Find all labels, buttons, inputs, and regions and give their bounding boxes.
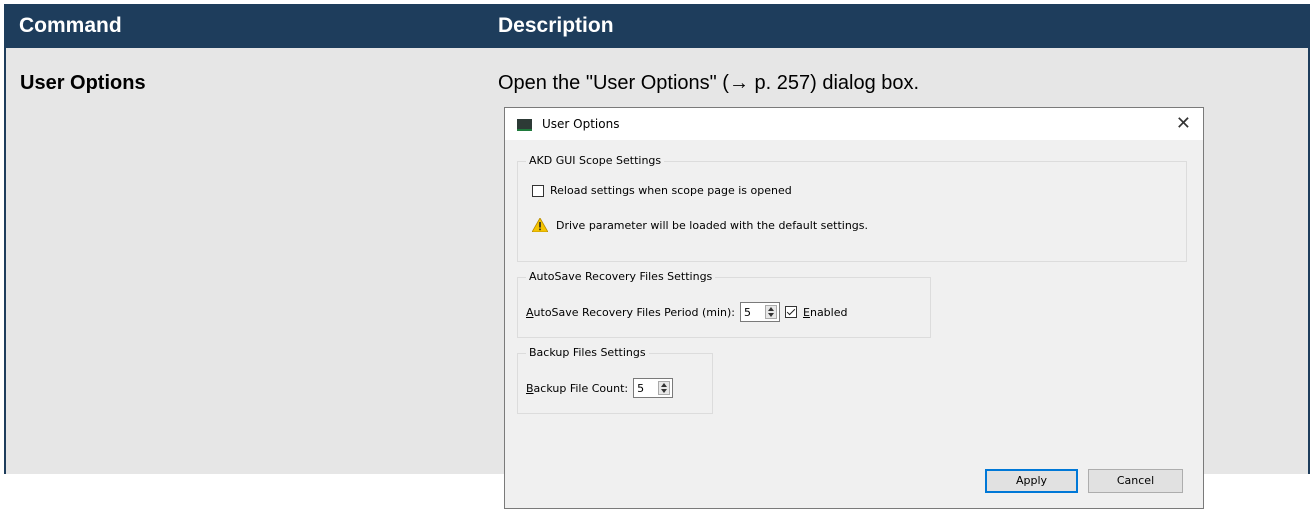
description-cell: Open the "User Options" (→ p. 257) dialo… <box>498 72 920 94</box>
reload-settings-row[interactable]: Reload settings when scope page is opene… <box>532 184 792 197</box>
autosave-period-row: AutoSave Recovery Files Period (min): 5 … <box>526 302 847 322</box>
close-icon[interactable]: ✕ <box>1176 113 1191 134</box>
warning-text: Drive parameter will be loaded with the … <box>556 218 869 232</box>
table-header: Command Description <box>4 4 1310 48</box>
spinner-arrows-icon[interactable] <box>658 381 671 395</box>
autosave-period-label: AutoSave Recovery Files Period (min): <box>526 305 736 319</box>
backup-settings-legend: Backup Files Settings <box>526 346 649 359</box>
backup-count-spinner[interactable]: 5 <box>633 378 674 398</box>
command-cell: User Options <box>20 72 146 94</box>
command-table: Command Description User Options Open th… <box>4 4 1310 509</box>
backup-count-label: Backup File Count: <box>526 381 629 395</box>
backup-count-row: Backup File Count: 5 <box>526 378 674 398</box>
spinner-arrows-icon[interactable] <box>765 305 778 319</box>
dialog-title: User Options <box>542 117 620 131</box>
apply-button[interactable]: Apply <box>985 469 1078 493</box>
table-row: User Options Open the "User Options" (→ … <box>4 48 1310 509</box>
autosave-enabled-checkbox[interactable] <box>785 306 798 318</box>
user-options-dialog: User Options ✕ AKD GUI Scope Settings Re… <box>504 107 1204 509</box>
scope-settings-group: AKD GUI Scope Settings Reload settings w… <box>517 154 1187 262</box>
app-icon <box>517 119 532 131</box>
warning-row: Drive parameter will be loaded with the … <box>532 218 868 232</box>
reload-settings-checkbox[interactable] <box>532 184 544 197</box>
autosave-settings-group: AutoSave Recovery Files Settings AutoSav… <box>517 270 931 338</box>
backup-count-value[interactable]: 5 <box>634 382 658 395</box>
autosave-enabled-label: Enabled <box>803 305 848 319</box>
scope-settings-legend: AKD GUI Scope Settings <box>526 154 665 167</box>
cancel-button[interactable]: Cancel <box>1088 469 1183 493</box>
backup-settings-group: Backup Files Settings Backup File Count:… <box>517 346 713 414</box>
dialog-titlebar: User Options ✕ <box>505 108 1203 140</box>
warning-icon <box>532 218 548 232</box>
autosave-period-spinner[interactable]: 5 <box>740 302 781 322</box>
autosave-period-value[interactable]: 5 <box>741 306 765 319</box>
header-command: Command <box>19 14 122 37</box>
reload-settings-label: Reload settings when scope page is opene… <box>550 184 792 197</box>
autosave-settings-legend: AutoSave Recovery Files Settings <box>526 270 716 283</box>
header-description: Description <box>498 14 614 37</box>
